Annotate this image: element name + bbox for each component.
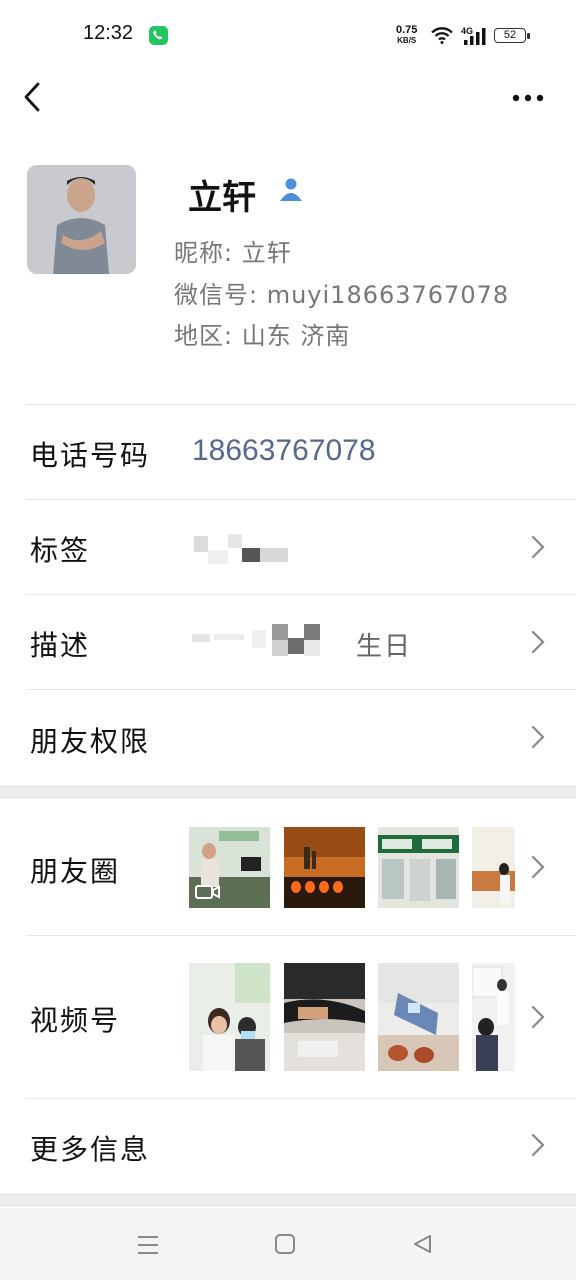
tags-label: 标签 [30, 534, 91, 567]
chevron-right-icon [528, 1131, 548, 1163]
moments-thumbnail [284, 827, 365, 908]
nickname: 昵称: 立轩 [174, 239, 292, 267]
contact-name: 立轩 [188, 178, 256, 218]
section-separator [0, 1193, 576, 1207]
video-camera-icon [195, 885, 220, 899]
chevron-right-icon [528, 533, 548, 565]
description-value-blurred [192, 624, 352, 662]
chevron-right-icon [528, 853, 548, 885]
signal-icon [464, 27, 488, 49]
moments-thumbnail [378, 827, 459, 908]
chevron-right-icon [528, 723, 548, 755]
chevron-left-icon [24, 82, 40, 112]
tags-value-blurred [194, 532, 294, 570]
menu-icon[interactable] [136, 1234, 160, 1260]
avatar[interactable] [27, 165, 136, 274]
phone-number-link[interactable]: 18663767078 [192, 434, 376, 468]
phone-call-icon [149, 26, 168, 45]
back-button[interactable] [16, 78, 52, 118]
channels-thumbnail [378, 963, 459, 1071]
person-icon [278, 176, 304, 206]
divider [26, 404, 576, 405]
battery-indicator: 52 [494, 28, 526, 43]
friend-permissions-label: 朋友权限 [30, 725, 151, 758]
more-dots-icon [512, 94, 544, 102]
triangle-back-icon[interactable] [411, 1233, 433, 1259]
wechat-id: 微信号: muyi18663767078 [174, 281, 510, 309]
channels-thumbnail [284, 963, 365, 1071]
more-button[interactable] [506, 84, 550, 112]
channels-thumbnail [472, 963, 515, 1071]
description-value-visible: 生日 [356, 632, 413, 662]
phone-label: 电话号码 [30, 439, 151, 472]
moments-thumbnail [472, 827, 515, 908]
description-label: 描述 [30, 629, 91, 662]
network-speed: 0.75 KB/S [396, 24, 418, 46]
channels-thumbnail [189, 963, 270, 1071]
wifi-icon [430, 26, 454, 48]
chevron-right-icon [528, 628, 548, 660]
moments-thumbnail [189, 827, 270, 908]
region: 地区: 山东 济南 [174, 322, 351, 350]
more-info-label: 更多信息 [30, 1133, 151, 1166]
home-square-icon[interactable] [274, 1233, 296, 1259]
battery-tip [527, 33, 530, 39]
moments-label: 朋友圈 [30, 855, 121, 888]
chevron-right-icon [528, 1003, 548, 1035]
status-time: 12:32 [83, 22, 134, 44]
section-separator [0, 785, 576, 799]
channels-label: 视频号 [30, 1004, 121, 1037]
